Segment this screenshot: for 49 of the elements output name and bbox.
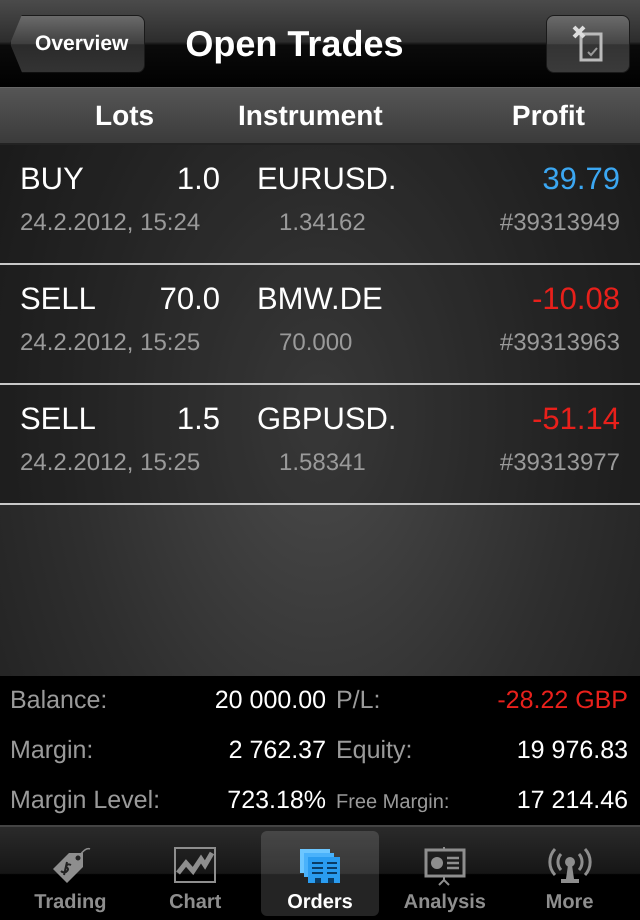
summary-value: 2 762.37 [228,736,326,765]
open-time: 24.2.2012, 15:25 [20,449,200,478]
summary-value: 17 214.46 [516,786,628,815]
summary-value: 19 976.83 [516,736,628,765]
trade-side: SELL [20,281,96,318]
column-header: Instrument [238,100,383,132]
summary-label: Balance: [10,686,108,716]
profit-value: 39.79 [542,161,620,198]
open-time: 24.2.2012, 15:25 [20,329,200,358]
summary-value: 723.18% [227,786,326,815]
summary-value: -28.22 GBP [497,686,628,716]
ticket-number: #39313977 [500,449,620,478]
open-price: 1.34162 [278,209,366,238]
open-price: 70.000 [278,329,352,358]
instrument-name: BMW.DE [257,281,383,318]
summary-value: 20 000.00 [214,686,326,716]
summary-label: Equity: [336,736,412,765]
profit-value: -51.14 [532,401,620,438]
lots-value: 1.5 [176,401,220,438]
ticket-number: #39313963 [500,329,620,358]
trade-row[interactable]: SELL 1.5 GBPUSD. -51.14 24.2.2012, 15:25 1.58341 #39313977 [0,385,640,505]
summary-label: Margin Level: [10,786,160,815]
trade-row[interactable]: BUY 1.0 EURUSD. 39.79 24.2.2012, 15:24 1.34162 #39313949 [0,145,640,265]
column-header: Profit [512,100,586,132]
open-time: 24.2.2012, 15:24 [20,209,200,238]
summary-label: Margin: [10,736,94,765]
ticket-number: #39313949 [500,209,620,238]
tab-item[interactable]: Trading [11,831,130,916]
tab-item[interactable]: More [510,831,629,916]
trade-side: SELL [20,401,96,438]
instrument-name: EURUSD. [257,161,397,198]
lots-value: 1.0 [176,161,220,198]
summary-label: Free Margin: [336,790,450,814]
edit-button[interactable] [546,14,630,72]
instrument-name: GBPUSD. [257,401,397,438]
presentation-board-icon [422,845,468,887]
column-header: Lots [94,100,154,132]
back-button[interactable]: Overview [10,14,146,72]
tab-item[interactable]: Analysis [386,831,504,916]
trade-row[interactable]: SELL 70.0 BMW.DE -10.08 24.2.2012, 15:25 70.000 #39313963 [0,265,640,385]
tab-item[interactable]: Chart [136,831,254,916]
lots-value: 70.0 [160,281,220,318]
open-price: 1.58341 [278,449,366,478]
summary-label: P/L: [336,686,380,716]
checklist-icon [571,24,605,64]
profit-value: -10.08 [532,281,620,318]
tab-item[interactable]: Orders [260,831,379,916]
window-title: Open Trades [184,22,404,64]
trade-side: BUY [20,161,84,198]
